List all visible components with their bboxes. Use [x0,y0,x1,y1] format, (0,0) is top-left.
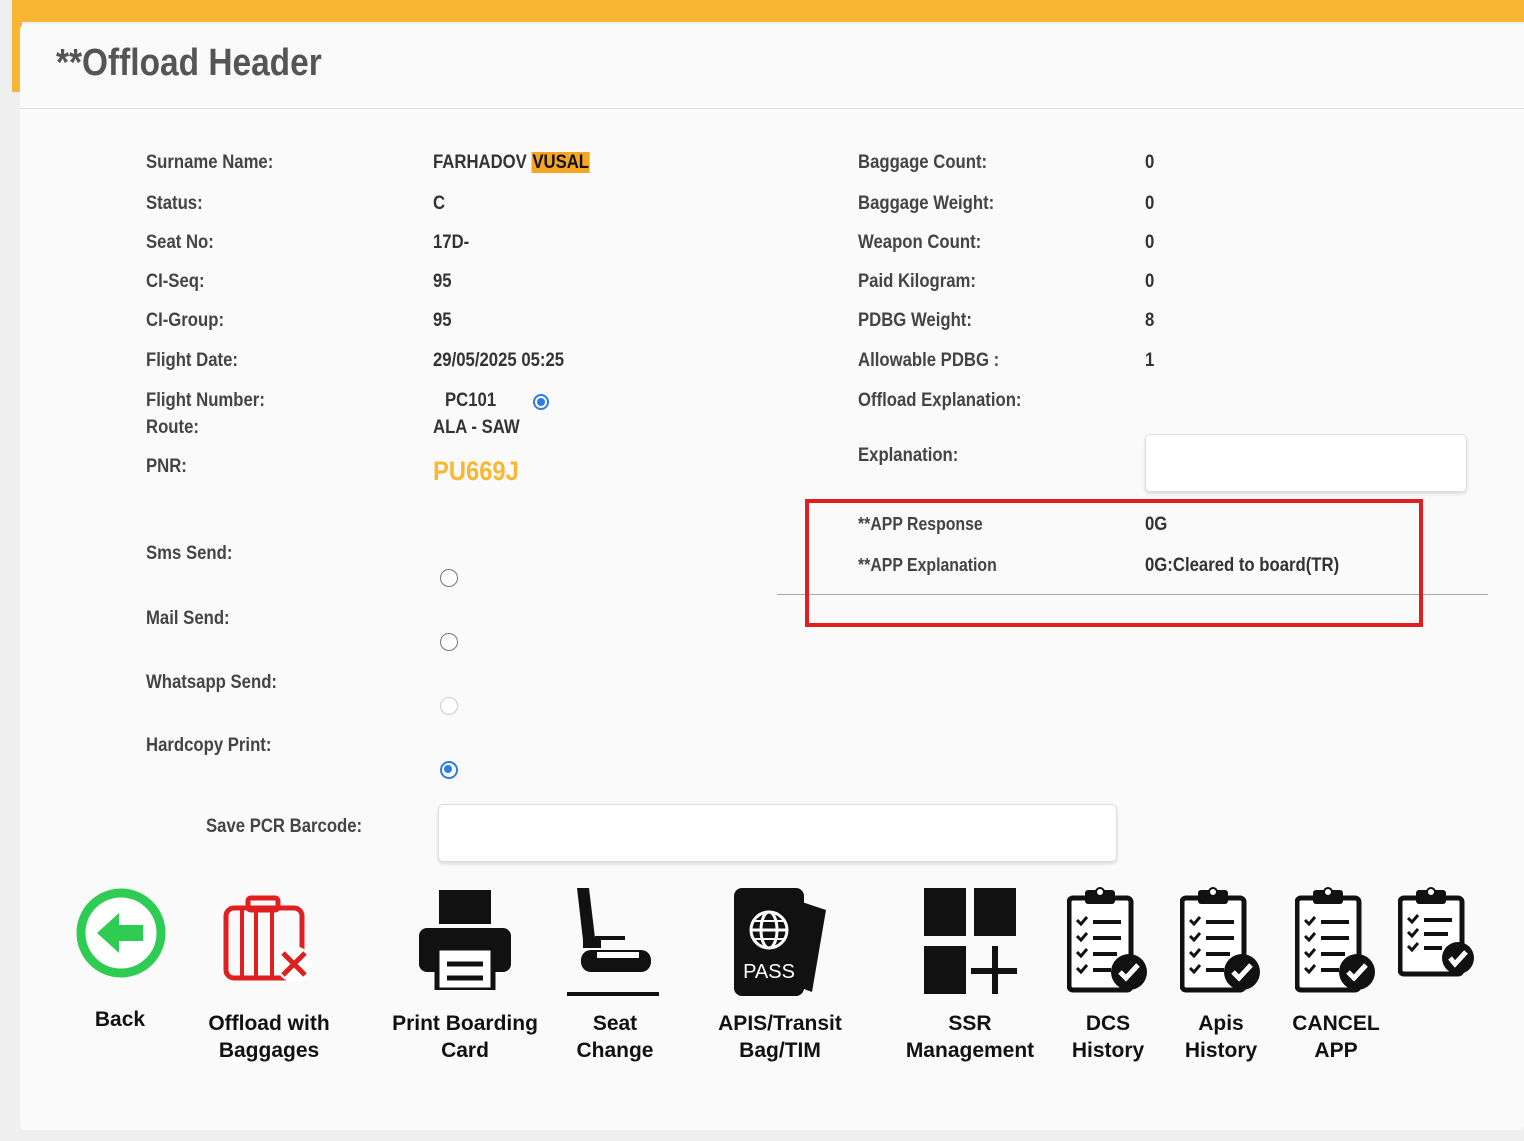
arrow-left-circle-icon [76,888,166,978]
dcs-history-label: DCS History [1071,1012,1145,1062]
allowable-pdbg-label: Allowable PDBG : [858,350,1000,371]
apis-transit-button[interactable]: PASS APIS/Transit Bag/TIM [700,862,860,1062]
status-value: C [433,193,446,214]
apis-history-button[interactable]: Apis History [1168,862,1274,1062]
offload-with-baggages-button[interactable]: Offload with Baggages [194,862,344,1062]
surname-label: Surname Name: [146,152,274,173]
ciseq-label: CI-Seq: [146,271,205,292]
route-value: ALA - SAW [433,417,520,438]
weapon-count-value: 0 [1145,232,1155,253]
mail-send-label: Mail Send: [146,608,230,629]
cancel-app-button[interactable]: CANCEL APP [1283,862,1389,1062]
page-title: **Offload Header [56,42,322,84]
baggage-weight-value: 0 [1145,193,1155,214]
paid-kilogram-label: Paid Kilogram: [858,271,976,292]
pcr-barcode-input[interactable] [438,804,1117,862]
cancel-app-label: CANCEL APP [1292,1012,1380,1062]
apis-history-label: Apis History [1184,1012,1258,1062]
dcs-history-button[interactable]: DCS History [1055,862,1161,1062]
mail-send-radio[interactable] [440,633,458,651]
whatsapp-send-label: Whatsapp Send: [146,672,277,693]
cigroup-value: 95 [433,310,452,331]
clipboard-check-icon [1295,887,1375,993]
flight-number-label: Flight Number: [146,390,265,411]
panel-header: **Offload Header [20,24,1524,109]
explanation-label: Explanation: [858,445,959,466]
status-label: Status: [146,193,203,214]
offload-with-baggages-label: Offload with Baggages [208,1012,330,1062]
sms-send-radio[interactable] [440,569,458,587]
pnr-label: PNR: [146,456,187,477]
luggage-remove-icon [223,895,312,982]
surname-text: FARHADOV [433,152,527,173]
extra-clipboard-button[interactable] [1392,862,1482,1062]
seat-change-label: Seat Change [576,1012,654,1062]
hardcopy-print-label: Hardcopy Print: [146,735,272,756]
pcr-barcode-label: Save PCR Barcode: [206,816,363,837]
weapon-count-label: Weapon Count: [858,232,982,253]
flight-date-label: Flight Date: [146,350,238,371]
cigroup-label: CI-Group: [146,310,225,331]
pdbg-weight-label: PDBG Weight: [858,310,972,331]
route-label: Route: [146,417,199,438]
pnr-value[interactable]: PU669J [433,456,519,487]
seat-value: 17D- [433,232,470,253]
offload-explanation-label: Offload Explanation: [858,390,1022,411]
back-button[interactable]: Back [60,862,180,1062]
ciseq-value: 95 [433,271,452,292]
given-name-highlight: VUSAL [531,152,590,173]
surname-value: FARHADOV VUSAL [433,152,590,174]
allowable-pdbg-value: 1 [1145,350,1155,371]
ssr-management-button[interactable]: SSR Management [895,862,1045,1062]
flight-date-value: 29/05/2025 05:25 [433,350,565,371]
clipboard-check-icon [1398,887,1474,977]
seat-icon [567,888,659,996]
passport-icon-text: PASS [743,961,795,983]
flight-number-value: PC101 [445,390,497,411]
ssr-management-label: SSR Management [905,1012,1035,1062]
passport-icon: PASS [734,888,826,996]
print-boarding-card-label: Print Boarding Card [392,1012,538,1062]
flight-select-radio[interactable] [533,394,549,410]
paid-kilogram-value: 0 [1145,271,1155,292]
pdbg-weight-value: 8 [1145,310,1155,331]
baggage-weight-label: Baggage Weight: [858,193,995,214]
apis-transit-label: APIS/Transit Bag/TIM [718,1012,842,1062]
clipboard-check-icon [1180,887,1260,993]
baggage-count-label: Baggage Count: [858,152,988,173]
grid-plus-icon [924,888,1017,994]
explanation-input[interactable] [1145,434,1467,492]
clipboard-check-icon [1067,887,1147,993]
seat-label: Seat No: [146,232,214,253]
seat-change-button[interactable]: Seat Change [555,862,675,1062]
hardcopy-print-radio[interactable] [440,761,458,779]
back-label: Back [94,1008,146,1031]
whatsapp-send-radio [440,697,458,715]
annotation-highlight-box [805,499,1423,627]
print-boarding-card-button[interactable]: Print Boarding Card [385,862,545,1062]
top-accent-bar [12,0,1524,22]
sms-send-label: Sms Send: [146,543,233,564]
baggage-count-value: 0 [1145,152,1155,173]
printer-icon [419,890,511,990]
